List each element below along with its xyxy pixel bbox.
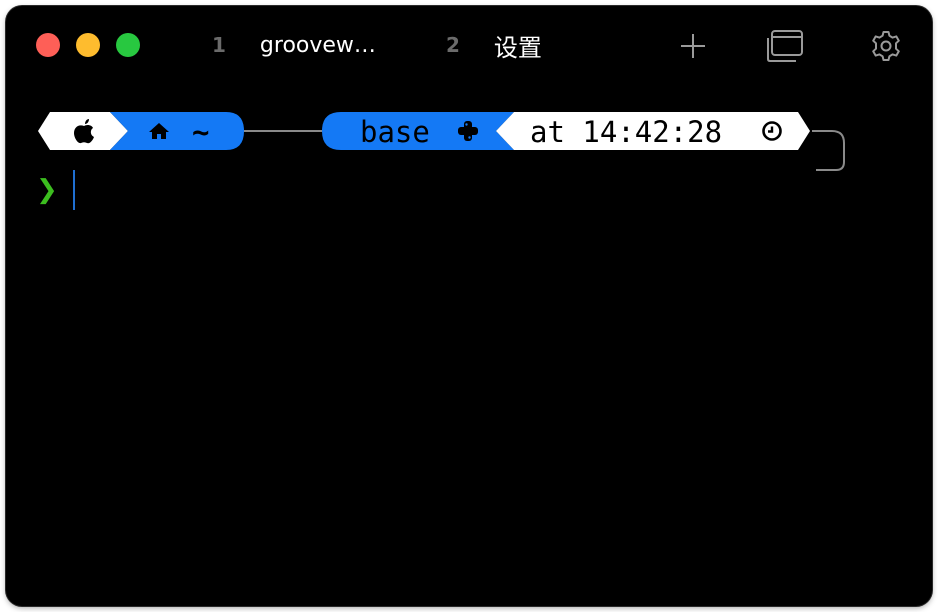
terminal-window: 1 groovew… 2 设置 ~ base at 14:42:28 ❯ (6, 6, 932, 606)
title-bar: 1 groovew… 2 设置 (6, 6, 932, 84)
directory-label: ~ (192, 115, 210, 149)
new-tab-button[interactable] (675, 28, 711, 64)
shell-prompt: ~ base at 14:42:28 ❯ (6, 110, 932, 210)
tab-2-number: 2 (446, 33, 460, 57)
directory-segment (110, 112, 244, 150)
prompt-char: ❯ (36, 175, 58, 205)
input-line[interactable]: ❯ (6, 170, 932, 210)
tab-overview-button[interactable] (766, 28, 803, 64)
tab-1[interactable]: 1 groovew… (212, 28, 376, 62)
tab-1-title: groovew… (259, 32, 376, 58)
windows-icon (767, 30, 803, 62)
close-button[interactable] (36, 33, 60, 57)
prompt-right-frame (812, 130, 845, 171)
minimize-button[interactable] (76, 33, 100, 57)
time-label: at 14:42:28 (530, 115, 723, 149)
text-cursor (73, 170, 75, 210)
environment-label: base (360, 115, 430, 149)
tab-2-title: 设置 (493, 33, 542, 62)
tab-2[interactable]: 2 设置 (446, 28, 542, 62)
plus-icon (681, 34, 705, 58)
gear-icon (872, 31, 900, 61)
tab-1-number: 1 (212, 33, 226, 57)
settings-button[interactable] (868, 28, 904, 64)
zoom-button[interactable] (116, 33, 140, 57)
